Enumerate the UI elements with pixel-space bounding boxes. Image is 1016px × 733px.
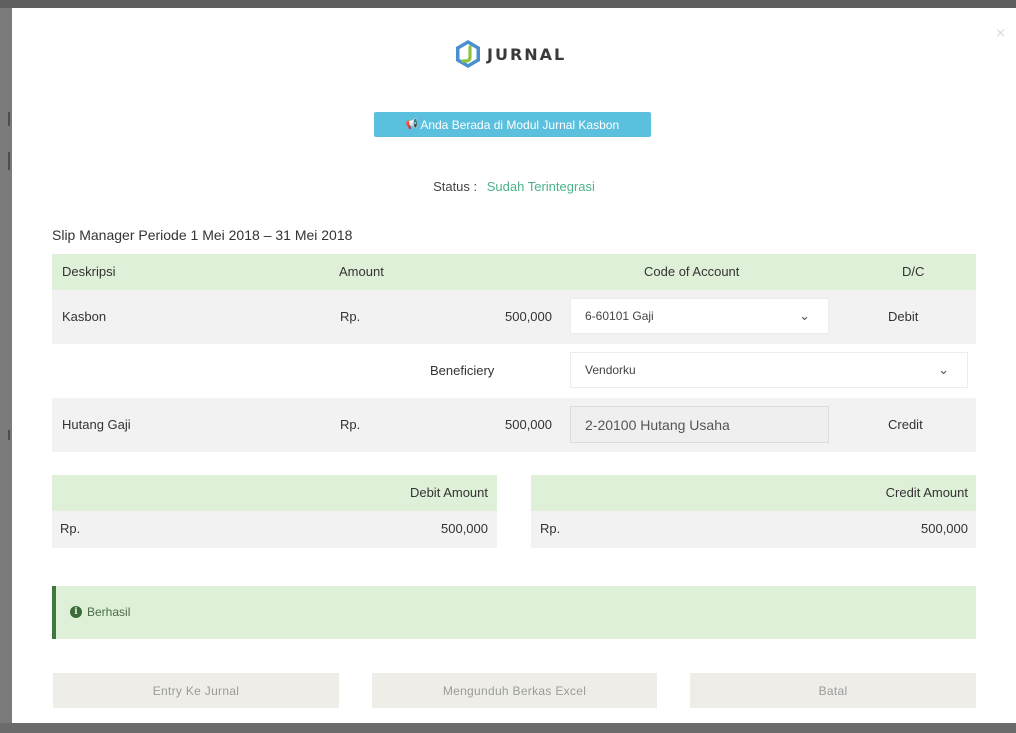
header-code-of-account: Code of Account	[644, 264, 740, 279]
debit-amount-header: Debit Amount	[52, 475, 497, 511]
slip-title: Slip Manager Periode 1 Mei 2018 – 31 Mei…	[52, 227, 353, 243]
credit-currency: Rp.	[540, 521, 561, 536]
backdrop-edge-mark	[8, 152, 10, 170]
account-select-debit[interactable]: 6-60101 Gaji ⌄	[570, 298, 829, 334]
chevron-down-icon: ⌄	[938, 362, 949, 377]
table-row-debit: Kasbon Rp. 500,000 6-60101 Gaji ⌄ Debit	[52, 290, 976, 344]
journal-modal: × JURNAL 📢 Anda Berada di Modul Jurnal K…	[12, 8, 1016, 723]
beneficiary-label: Beneficiery	[430, 363, 495, 378]
backdrop-edge-mark	[8, 430, 10, 440]
journal-table-header: Deskripsi Amount Code of Account D/C	[52, 254, 976, 290]
backdrop-edge-mark	[8, 112, 10, 126]
debit-currency: Rp.	[60, 521, 81, 536]
account-field-credit: 2-20100 Hutang Usaha	[570, 406, 829, 443]
beneficiary-row: Beneficiery Vendorku ⌄	[52, 344, 976, 398]
status-label: Status :	[433, 179, 478, 194]
header-description: Deskripsi	[62, 264, 116, 279]
download-excel-button[interactable]: Mengunduh Berkas Excel	[372, 673, 657, 708]
row-amount: 500,000	[505, 309, 552, 324]
jurnal-logo-icon	[456, 40, 480, 68]
entry-journal-button[interactable]: Entry Ke Jurnal	[53, 673, 339, 708]
account-select-value: 6-60101 Gaji	[585, 309, 654, 323]
status-line: Status : Sudah Terintegrasi	[12, 179, 1016, 194]
megaphone-icon: 📢	[405, 119, 419, 130]
status-value: Sudah Terintegrasi	[486, 179, 595, 194]
row-dc: Credit	[888, 417, 923, 432]
account-field-value: 2-20100 Hutang Usaha	[585, 416, 730, 433]
table-row-credit: Hutang Gaji Rp. 500,000 2-20100 Hutang U…	[52, 398, 976, 452]
beneficiary-select-value: Vendorku	[585, 363, 636, 377]
success-alert: i Berhasil	[52, 586, 976, 639]
chevron-down-icon: ⌄	[799, 308, 810, 323]
debit-amount-row: Rp. 500,000	[52, 511, 497, 548]
row-description: Hutang Gaji	[62, 417, 131, 432]
alert-text: Berhasil	[87, 605, 131, 619]
info-circle-icon: i	[70, 606, 82, 618]
module-banner-text: Anda Berada di Modul Jurnal Kasbon	[420, 117, 620, 132]
row-description: Kasbon	[62, 309, 107, 324]
debit-total: 500,000	[441, 521, 488, 536]
jurnal-logo: JURNAL	[455, 39, 566, 69]
header-amount: Amount	[339, 264, 384, 279]
row-currency: Rp.	[340, 309, 361, 324]
credit-amount-label: Credit Amount	[885, 485, 968, 500]
row-currency: Rp.	[340, 417, 361, 432]
module-banner: 📢 Anda Berada di Modul Jurnal Kasbon	[374, 112, 651, 137]
cancel-button[interactable]: Batal	[690, 673, 976, 708]
modal-backdrop	[0, 0, 1016, 8]
modal-backdrop-bottom	[0, 723, 1016, 733]
credit-amount-row: Rp. 500,000	[531, 511, 976, 548]
debit-amount-label: Debit Amount	[409, 485, 488, 500]
credit-total: 500,000	[921, 521, 968, 536]
header-dc: D/C	[902, 264, 925, 279]
close-icon[interactable]: ×	[995, 26, 1006, 41]
logo-text: JURNAL	[487, 44, 567, 64]
row-dc: Debit	[888, 309, 919, 324]
row-amount: 500,000	[505, 417, 552, 432]
beneficiary-select[interactable]: Vendorku ⌄	[570, 352, 968, 388]
credit-amount-header: Credit Amount	[531, 475, 976, 511]
